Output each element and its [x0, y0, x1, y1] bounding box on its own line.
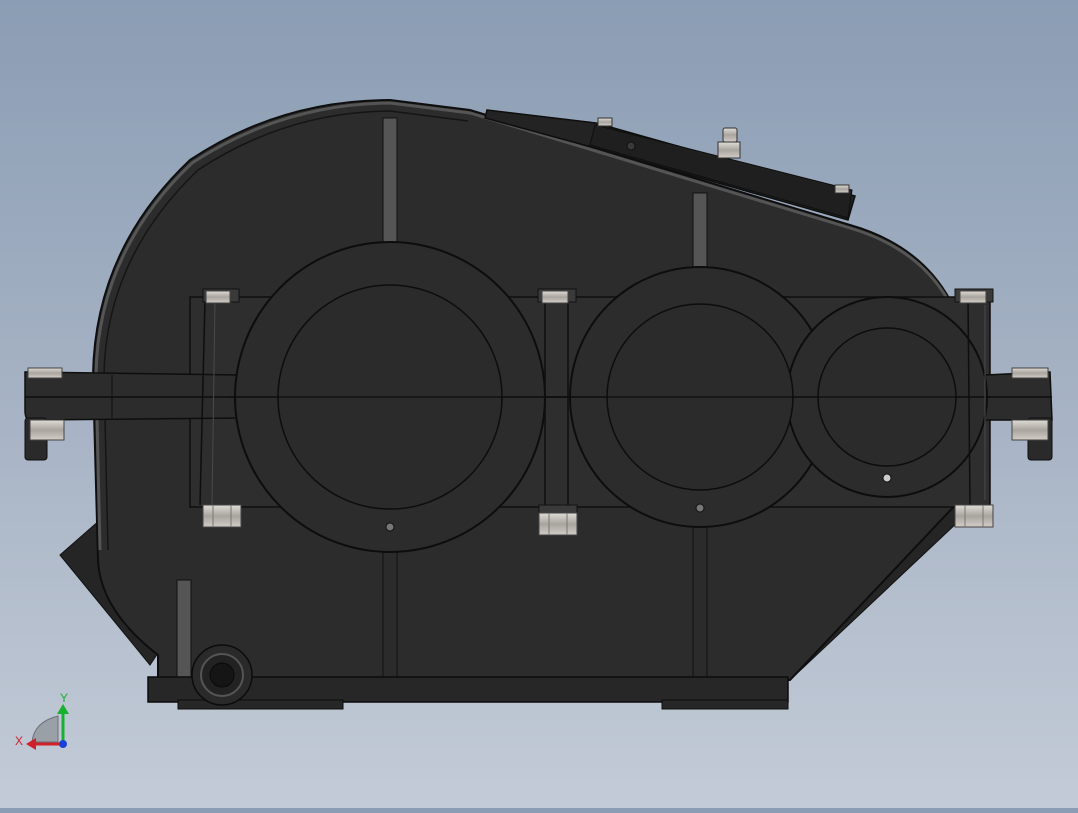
rib	[176, 579, 192, 679]
flange-bolt	[537, 288, 577, 304]
reference-triad: Y X	[15, 691, 69, 750]
triad-y-label: Y	[60, 691, 68, 705]
flange-nut	[202, 504, 242, 528]
3d-graphics-viewport[interactable]: Y X	[0, 0, 1078, 808]
gearbox-model[interactable]: Y X	[0, 0, 1078, 808]
rib	[692, 192, 708, 269]
triad-z-axis	[59, 740, 67, 748]
cover-screw	[834, 184, 850, 194]
rib	[382, 117, 398, 244]
vent-plug	[717, 141, 741, 159]
flange-bolt	[954, 288, 994, 304]
dowel-hole	[695, 503, 705, 513]
flange-nut	[538, 504, 578, 536]
flange-nut	[954, 504, 994, 528]
left-lug	[24, 371, 241, 421]
cover-screw	[597, 117, 613, 127]
rib	[692, 519, 708, 679]
dowel-hole	[385, 522, 395, 532]
rib	[382, 549, 398, 679]
triad-x-label: X	[15, 734, 23, 748]
dowel-hole	[882, 473, 892, 483]
flange-bolt	[202, 288, 240, 304]
right-lug	[984, 371, 1053, 421]
